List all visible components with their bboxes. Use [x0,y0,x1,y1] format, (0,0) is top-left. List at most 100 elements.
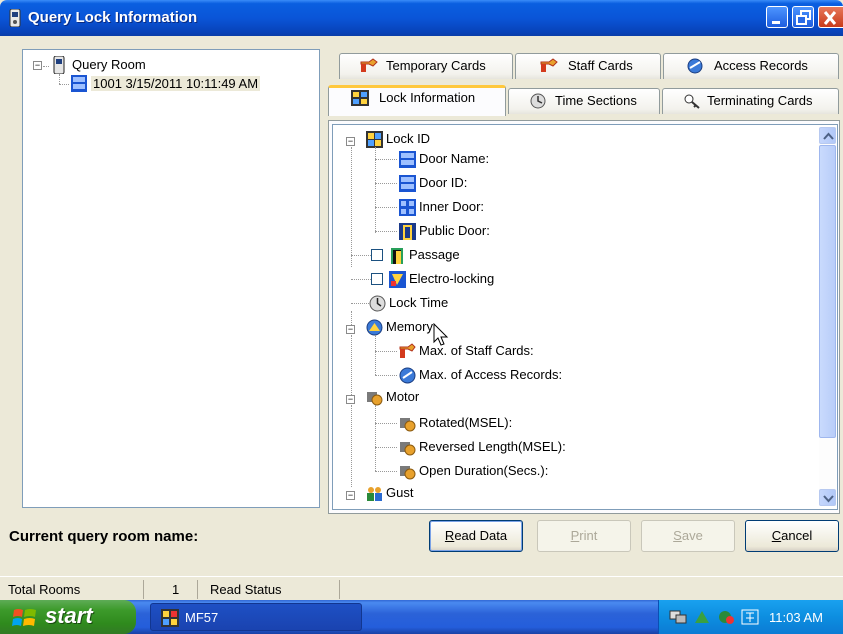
room-tree[interactable]: − Query Room 1001 3/15/2011 10:11:49 AM [22,49,320,508]
minimize-icon [772,21,780,24]
read-status-label: Read Status [200,580,340,599]
collapse-toggle[interactable]: − [346,491,355,500]
key-icon [399,343,416,358]
electro-locking-checkbox[interactable] [371,273,383,285]
node-label: Rotated(MSEL): [419,415,513,430]
tab-access-records[interactable]: Access Records [663,53,839,79]
tab-temporary-cards[interactable]: Temporary Cards [339,53,513,79]
alert-icon[interactable] [717,609,735,625]
node-label: Max. of Access Records: [419,367,563,382]
scroll-down-button[interactable] [819,489,836,506]
scroll-up-button[interactable] [819,127,836,144]
door-card-icon [399,175,416,192]
language-icon[interactable] [741,609,759,625]
tab-lock-information[interactable]: Lock Information [328,85,506,116]
tab-label: Access Records [714,58,808,73]
tree-root-label: Query Room [72,57,146,72]
gear-icon [400,466,416,480]
clock-icon [530,93,546,109]
button-label: ancel [781,528,813,543]
node-label: Lock Time [389,295,449,310]
title-bar[interactable]: Query Lock Information [0,0,843,36]
node-label: Reversed Length(MSEL): [419,439,566,454]
collapse-toggle[interactable]: − [346,137,355,146]
system-tray: 11:03 AM [658,600,843,634]
tab-label: Staff Cards [568,58,633,73]
tab-terminating-cards[interactable]: Terminating Cards [662,88,839,114]
button-label: ead Data [454,528,508,543]
door-icon [391,248,403,264]
gear-icon [400,418,416,432]
cancel-button[interactable]: Cancel [745,520,839,552]
tree-root[interactable]: Query Room [72,56,146,74]
node-label: Passage [409,247,460,262]
accelerator-key: P [570,528,580,543]
node-label: Gust [386,485,414,500]
node-label: Max. of Staff Cards: [419,343,534,358]
read-data-button[interactable]: Read Data [429,520,523,552]
start-button[interactable]: start [0,600,136,634]
collapse-toggle[interactable]: − [346,395,355,404]
tab-label: Time Sections [555,93,637,108]
gear-icon [367,392,383,406]
app-icon [9,9,21,27]
security-icon[interactable] [693,609,711,625]
total-rooms-value: 1 [146,580,198,599]
people-icon [367,487,382,501]
node-label: Public Door: [419,223,490,238]
windows-logo-icon [12,609,36,626]
node-label: Lock ID [386,131,431,146]
collapse-toggle[interactable]: − [33,61,42,70]
room-item-label: 1001 3/15/2011 10:11:49 AM [91,76,261,91]
maximize-icon [796,10,811,25]
current-room-label: Current query room name: [9,528,199,545]
maximize-button[interactable] [792,6,814,28]
clock-icon [369,295,386,312]
key-icon [360,58,378,72]
print-button[interactable]: Print [537,520,631,552]
task-label: MF57 [185,610,219,625]
network-icon[interactable] [669,609,687,625]
access-record-icon [687,58,703,74]
tree-scrollbar[interactable] [819,127,836,506]
chevron-down-icon [823,495,834,503]
tab-label: Lock Information [379,90,476,105]
node-label: Memory [386,319,433,334]
accelerator-key: C [771,528,782,543]
tab-time-sections[interactable]: Time Sections [508,88,660,114]
door-card-icon [399,151,416,168]
node-label: Electro-locking [409,271,495,286]
scroll-thumb[interactable] [819,145,836,438]
tab-staff-cards[interactable]: Staff Cards [515,53,661,79]
node-label: Door ID: [419,175,468,190]
lock-id-icon [366,131,383,148]
button-label: rint [579,528,598,543]
status-bar: Total Rooms 1 Read Status [0,576,843,600]
door-card-icon [71,75,87,92]
room-icon [53,56,65,74]
access-record-icon [399,367,416,384]
memory-icon [366,319,383,336]
tab-label: Terminating Cards [707,93,813,108]
lock-info-tree[interactable]: − Lock ID Door Name: Door ID: Inner Door… [332,124,838,510]
chevron-up-icon [823,132,834,140]
taskbar-item-mf57[interactable]: MF57 [150,603,362,631]
minimize-button[interactable] [766,6,788,28]
close-button[interactable] [818,6,843,28]
collapse-toggle[interactable]: − [346,325,355,334]
node-label: Door Name: [419,151,490,166]
node-label: Motor [386,389,420,404]
accelerator-key: S [673,528,682,543]
tree-room-item[interactable]: 1001 3/15/2011 10:11:49 AM [91,75,261,93]
tab-label: Temporary Cards [386,58,486,73]
passage-checkbox[interactable] [371,249,383,261]
clock: 11:03 AM [769,610,823,625]
window-title: Query Lock Information [28,9,198,26]
terminate-card-icon [684,94,700,109]
door-icon [399,223,416,240]
close-icon [823,11,837,25]
button-label: ave [681,528,703,543]
electro-lock-icon [389,271,406,288]
save-button[interactable]: Save [641,520,735,552]
gear-icon [400,442,416,456]
